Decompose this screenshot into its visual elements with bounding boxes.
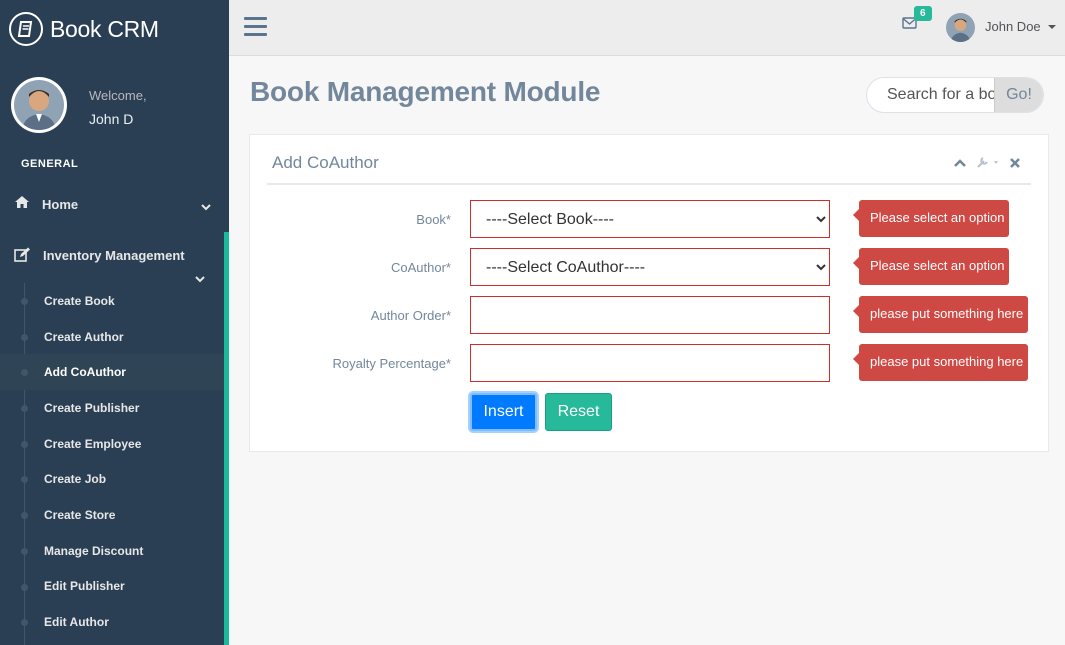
sidebar-item-home[interactable]: Home	[0, 186, 229, 222]
close-icon[interactable]	[1010, 155, 1020, 173]
wrench-icon[interactable]	[976, 155, 1000, 173]
search-input[interactable]	[867, 78, 994, 112]
author-order-error-tooltip: please put something here	[852, 296, 1029, 333]
sidebar-item-manage-discount[interactable]: Manage Discount	[0, 533, 224, 569]
author-order-label: Author Order*	[370, 308, 451, 323]
page-title: Book Management Module	[250, 76, 601, 107]
coauthor-label: CoAuthor*	[391, 260, 451, 275]
sidebar-item-create-publisher[interactable]: Create Publisher	[0, 390, 224, 426]
user-menu[interactable]: John Doe	[985, 19, 1041, 34]
book-label: Book*	[416, 212, 451, 227]
app-name: Book CRM	[50, 15, 159, 42]
sidebar-item-create-employee[interactable]: Create Employee	[0, 426, 224, 462]
sidebar-item-label: Home	[42, 196, 79, 212]
form-row-coauthor: CoAuthor* ----Select CoAuthor---- Please…	[250, 248, 1050, 288]
edit-icon	[14, 247, 31, 268]
add-coauthor-panel: Add CoAuthor Book* ----Select Book---- P…	[249, 134, 1049, 452]
search-go-button[interactable]: Go!	[994, 78, 1043, 112]
book-select[interactable]: ----Select Book----	[470, 200, 830, 238]
reset-button[interactable]: Reset	[545, 393, 612, 431]
avatar	[11, 77, 67, 133]
chevron-down-icon	[195, 270, 205, 283]
form-row-author-order: Author Order* please put something here	[250, 296, 1050, 336]
book-icon	[9, 12, 43, 46]
sidebar-item-add-coauthor[interactable]: Add CoAuthor	[0, 354, 224, 391]
sidebar-group-inventory: Inventory Management Create Book Create …	[0, 232, 229, 645]
menu-toggle-icon[interactable]	[244, 17, 267, 37]
sidebar: Book CRM Welcome, John D GENERAL Home In…	[0, 0, 229, 645]
coauthor-error-tooltip: Please select an option	[852, 248, 1010, 285]
section-title: GENERAL	[21, 158, 79, 170]
welcome-text: Welcome,	[89, 88, 147, 103]
royalty-label: Royalty Percentage*	[332, 356, 451, 371]
form-row-royalty: Royalty Percentage* please put something…	[250, 344, 1050, 384]
search-group: Go!	[866, 77, 1044, 113]
sidebar-item-inventory[interactable]: Inventory Management	[0, 232, 224, 284]
chevron-down-icon	[201, 198, 211, 211]
sidebar-item-edit-publisher[interactable]: Edit Publisher	[0, 569, 224, 605]
panel-toolbox	[954, 155, 1020, 173]
submenu: Create Book Create Author Add CoAuthor C…	[0, 283, 224, 645]
brand[interactable]: Book CRM	[0, 0, 229, 58]
sidebar-item-create-store[interactable]: Create Store	[0, 497, 224, 533]
home-icon	[14, 195, 30, 214]
coauthor-select[interactable]: ----Select CoAuthor----	[470, 248, 830, 286]
top-navbar: 6 John Doe	[229, 0, 1065, 56]
caret-down-icon[interactable]	[1048, 25, 1056, 29]
royalty-error-tooltip: please put something here	[852, 344, 1029, 381]
insert-button[interactable]: Insert	[470, 393, 537, 431]
panel-divider	[267, 183, 1031, 185]
user-avatar[interactable]	[946, 13, 975, 42]
profile-username: John D	[89, 111, 134, 127]
sidebar-item-label: Inventory Management	[43, 248, 185, 263]
book-error-tooltip: Please select an option	[852, 200, 1010, 237]
sidebar-item-create-job[interactable]: Create Job	[0, 461, 224, 497]
profile: Welcome, John D	[0, 58, 229, 148]
panel-title: Add CoAuthor	[272, 153, 379, 172]
royalty-percentage-input[interactable]	[470, 344, 830, 382]
sidebar-item-create-author[interactable]: Create Author	[0, 319, 224, 355]
sidebar-item-create-book[interactable]: Create Book	[0, 283, 224, 319]
sidebar-item-edit-author[interactable]: Edit Author	[0, 604, 224, 640]
chevron-up-icon[interactable]	[954, 155, 966, 173]
author-order-input[interactable]	[470, 296, 830, 334]
mail-count-badge: 6	[914, 6, 932, 21]
form-row-book: Book* ----Select Book---- Please select …	[250, 200, 1050, 240]
